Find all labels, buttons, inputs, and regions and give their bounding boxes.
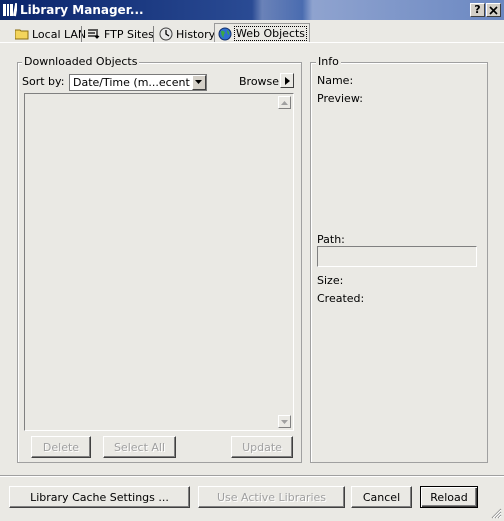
use-active-libraries-button[interactable]: Use Active Libraries [198, 486, 345, 508]
created-label: Created: [317, 292, 365, 305]
path-label: Path: [317, 233, 345, 246]
cancel-button-label: Cancel [362, 490, 401, 504]
scroll-up-button[interactable] [278, 96, 291, 109]
close-icon [489, 6, 498, 15]
select-all-button-label: Select All [113, 440, 166, 454]
tab-label: Local LAN [32, 27, 87, 41]
library-cache-settings-button[interactable]: Library Cache Settings ... [9, 486, 190, 508]
library-cache-settings-label: Library Cache Settings ... [30, 490, 169, 504]
delete-button[interactable]: Delete [31, 436, 91, 458]
tab-ftp-sites[interactable]: FTP Sites [84, 25, 157, 43]
close-button[interactable] [486, 3, 501, 17]
sort-by-value: Date/Time (m...ecent first) [73, 76, 192, 89]
browse-label[interactable]: Browse [239, 75, 279, 88]
name-label: Name: [317, 74, 354, 87]
scroll-down-button[interactable] [278, 415, 291, 428]
select-all-button[interactable]: Select All [103, 436, 176, 458]
tab-label: Web Objects [233, 26, 308, 41]
folder-icon [15, 29, 29, 40]
arrow-up-icon [281, 101, 288, 105]
size-label: Size: [317, 274, 344, 287]
tab-history[interactable]: History [156, 25, 218, 43]
browse-button[interactable] [280, 73, 294, 88]
library-books-icon [3, 3, 17, 17]
delete-button-label: Delete [42, 440, 80, 454]
resize-grip-icon[interactable] [490, 507, 502, 519]
chevron-down-icon[interactable] [192, 75, 206, 90]
tab-local-lan[interactable]: Local LAN [12, 25, 89, 43]
sort-by-label: Sort by: [22, 75, 65, 88]
cancel-button[interactable]: Cancel [351, 486, 412, 508]
ftp-icon [88, 29, 100, 39]
history-icon [159, 27, 173, 41]
tab-web-objects[interactable]: Web Objects [214, 23, 311, 43]
downloaded-objects-list[interactable] [24, 93, 294, 431]
update-button[interactable]: Update [231, 436, 293, 458]
reload-button-label: Reload [430, 490, 468, 504]
help-button[interactable]: ? [470, 3, 485, 17]
use-active-libraries-label: Use Active Libraries [216, 490, 327, 504]
tab-label: FTP Sites [104, 27, 154, 41]
path-field[interactable] [317, 246, 477, 267]
tab-strip-rule [0, 42, 504, 43]
arrow-right-icon [285, 77, 290, 85]
downloaded-objects-legend: Downloaded Objects [22, 55, 140, 68]
update-button-label: Update [242, 440, 282, 454]
info-legend: Info [316, 55, 341, 68]
footer-separator [0, 475, 504, 477]
tab-label: History [176, 27, 216, 41]
sort-by-dropdown[interactable]: Date/Time (m...ecent first) [69, 74, 207, 91]
window-title: Library Manager... [20, 3, 144, 17]
arrow-down-icon [281, 420, 288, 424]
reload-button[interactable]: Reload [420, 486, 478, 508]
tab-separator [153, 26, 154, 42]
preview-label: Preview: [317, 92, 363, 105]
globe-icon [218, 27, 232, 40]
tab-separator [81, 26, 82, 42]
